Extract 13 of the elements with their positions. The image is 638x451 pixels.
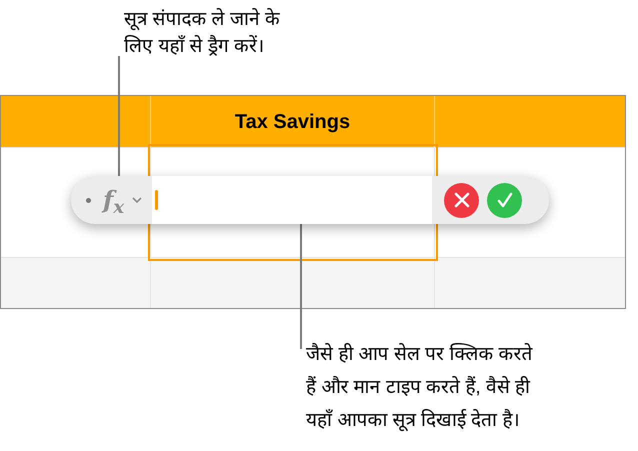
callout-text: सूत्र संपादक ले जाने के लिए यहाँ से ड्रैग करें।: [124, 7, 280, 59]
callout-text: जैसे ही आप सेल पर क्लिक करते हैं और मान टाइप करते हैं, वैसे ही यहाँ आपका सूत्र दिखाई देता है।: [306, 342, 533, 434]
accept-button[interactable]: [487, 182, 522, 218]
function-label[interactable]: f$_{x}$: [103, 188, 124, 212]
close-icon: [454, 192, 470, 208]
chevron-down-icon[interactable]: [132, 197, 142, 203]
formula-input[interactable]: [152, 176, 432, 224]
checkmark-icon: [496, 192, 513, 208]
column-header: Tax Savings: [234, 110, 350, 134]
cancel-button[interactable]: [444, 182, 480, 218]
drag-handle-icon[interactable]: [86, 198, 91, 202]
text-cursor: [155, 190, 158, 210]
formula-editor[interactable]: f$_{x}$: [71, 176, 549, 224]
